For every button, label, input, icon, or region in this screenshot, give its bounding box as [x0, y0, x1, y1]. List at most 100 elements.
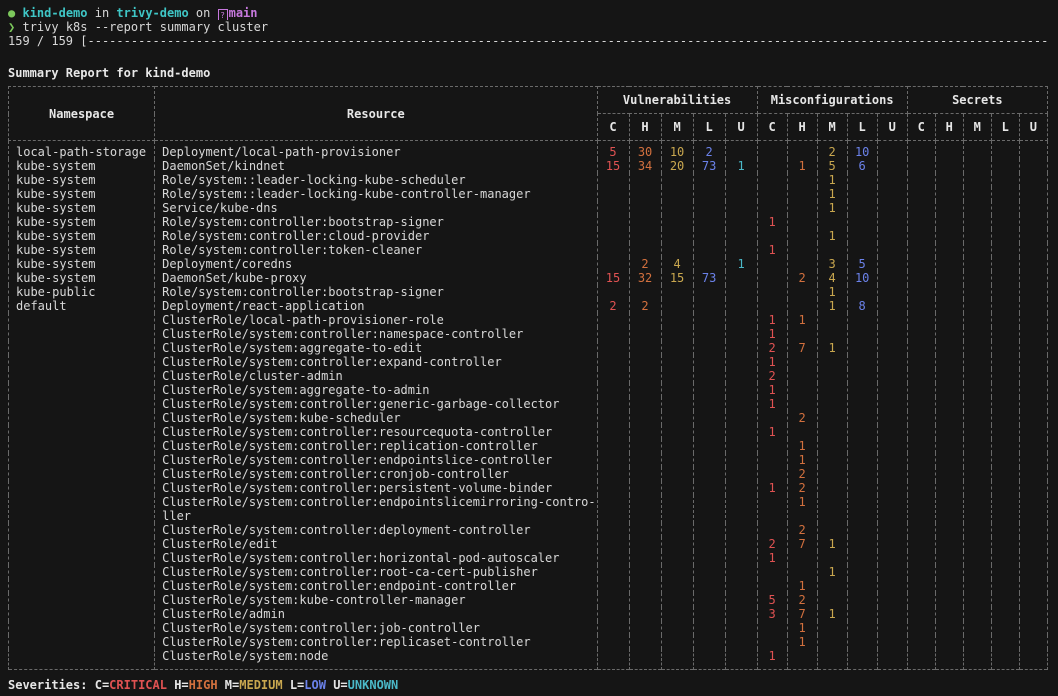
severity-count-cell [629, 341, 661, 355]
severity-count-cell: 1 [817, 201, 847, 215]
severity-count-cell [935, 635, 963, 649]
severity-count-cell [661, 621, 693, 635]
severity-count-cell [935, 579, 963, 593]
severity-count-cell [907, 285, 935, 299]
severity-column-header: C [757, 114, 787, 141]
resource-cell: ClusterRole/system:controller:cronjob-co… [155, 467, 597, 481]
namespace-cell [9, 341, 155, 355]
severity-count-cell [1019, 159, 1047, 173]
resource-cell: ClusterRole/system:controller:deployment… [155, 523, 597, 537]
severity-count-cell [991, 565, 1019, 579]
severity-count-cell [787, 299, 817, 313]
severity-count-cell: 3 [757, 607, 787, 621]
severity-count-cell [629, 369, 661, 383]
table-row: kube-systemRole/system::leader-locking-k… [9, 173, 1048, 187]
severity-count-cell [1019, 355, 1047, 369]
severity-count-cell [963, 187, 991, 201]
severity-count-cell [693, 201, 725, 215]
severity-count-cell [1019, 229, 1047, 243]
resource-cell: DaemonSet/kindnet [155, 159, 597, 173]
severity-count-cell [725, 187, 757, 201]
severity-count-cell [725, 341, 757, 355]
severity-count-cell [787, 649, 817, 670]
severity-count-cell [907, 537, 935, 551]
git-branch: ?main [218, 6, 258, 20]
severity-count-cell [907, 411, 935, 425]
severity-count-cell [991, 425, 1019, 439]
severity-count-cell [597, 579, 629, 593]
severity-count-cell: 2 [787, 523, 817, 537]
severity-count-cell [661, 341, 693, 355]
severity-count-cell [817, 495, 847, 523]
severity-count-cell [935, 215, 963, 229]
table-row: local-path-storageDeployment/local-path-… [9, 141, 1048, 160]
severity-count-cell: 1 [757, 327, 787, 341]
severity-count-cell [693, 397, 725, 411]
severity-count-cell: 5 [757, 593, 787, 607]
severity-count-cell [693, 551, 725, 565]
resource-cell: ClusterRole/system:aggregate-to-admin [155, 383, 597, 397]
severity-count-cell [693, 621, 725, 635]
severity-count-cell [991, 579, 1019, 593]
table-header-row: Namespace Resource Vulnerabilities Misco… [9, 87, 1048, 114]
severity-count-cell [907, 159, 935, 173]
severity-count-cell [757, 467, 787, 481]
severity-count-cell [963, 467, 991, 481]
severity-count-cell [817, 243, 847, 257]
severity-count-cell [963, 383, 991, 397]
severity-count-cell [935, 159, 963, 173]
severity-count-cell [757, 565, 787, 579]
severity-count-cell [725, 215, 757, 229]
prompt-directory: kind-demo [22, 6, 87, 20]
severity-count-cell [597, 257, 629, 271]
severity-count-cell [1019, 383, 1047, 397]
severity-column-header: H [935, 114, 963, 141]
severity-count-cell [817, 481, 847, 495]
severity-count-cell [661, 649, 693, 670]
severity-count-cell [757, 159, 787, 173]
severity-count-cell [597, 201, 629, 215]
severity-count-cell: 73 [693, 271, 725, 285]
resource-cell: ClusterRole/system:controller:job-contro… [155, 621, 597, 635]
severity-count-cell [991, 607, 1019, 621]
severity-count-cell [907, 215, 935, 229]
severity-count-cell: 7 [787, 341, 817, 355]
namespace-cell [9, 495, 155, 523]
severity-count-cell [963, 579, 991, 593]
table-row: ClusterRole/system:controller:resourcequ… [9, 425, 1048, 439]
resource-cell: ClusterRole/system:controller:namespace-… [155, 327, 597, 341]
namespace-cell [9, 327, 155, 341]
severity-count-cell [963, 201, 991, 215]
severity-count-cell [787, 565, 817, 579]
namespace-cell: kube-system [9, 187, 155, 201]
severity-count-cell [693, 173, 725, 187]
severity-count-cell [1019, 285, 1047, 299]
severity-count-cell [817, 411, 847, 425]
namespace-cell: kube-system [9, 159, 155, 173]
severity-count-cell [847, 425, 877, 439]
namespace-cell [9, 621, 155, 635]
table-row: ClusterRole/edit271 [9, 537, 1048, 551]
severity-count-cell: 1 [757, 649, 787, 670]
severity-count-cell [1019, 141, 1047, 160]
severity-count-cell [935, 481, 963, 495]
severity-count-cell [907, 341, 935, 355]
severity-column-header: C [597, 114, 629, 141]
severity-count-cell: 1 [787, 621, 817, 635]
severity-count-cell: 1 [817, 537, 847, 551]
severity-count-cell [787, 141, 817, 160]
severity-count-cell [693, 537, 725, 551]
severity-count-cell [847, 341, 877, 355]
severity-count-cell [757, 271, 787, 285]
namespace-cell: kube-system [9, 271, 155, 285]
severity-count-cell [817, 649, 847, 670]
severity-count-cell [963, 257, 991, 271]
table-row: ClusterRole/cluster-admin2 [9, 369, 1048, 383]
severity-count-cell: 1 [817, 187, 847, 201]
severity-count-cell: 1 [787, 495, 817, 523]
severity-count-cell [1019, 453, 1047, 467]
severity-count-cell [847, 439, 877, 453]
severity-count-cell [597, 481, 629, 495]
severity-count-cell [1019, 621, 1047, 635]
severity-count-cell [757, 621, 787, 635]
